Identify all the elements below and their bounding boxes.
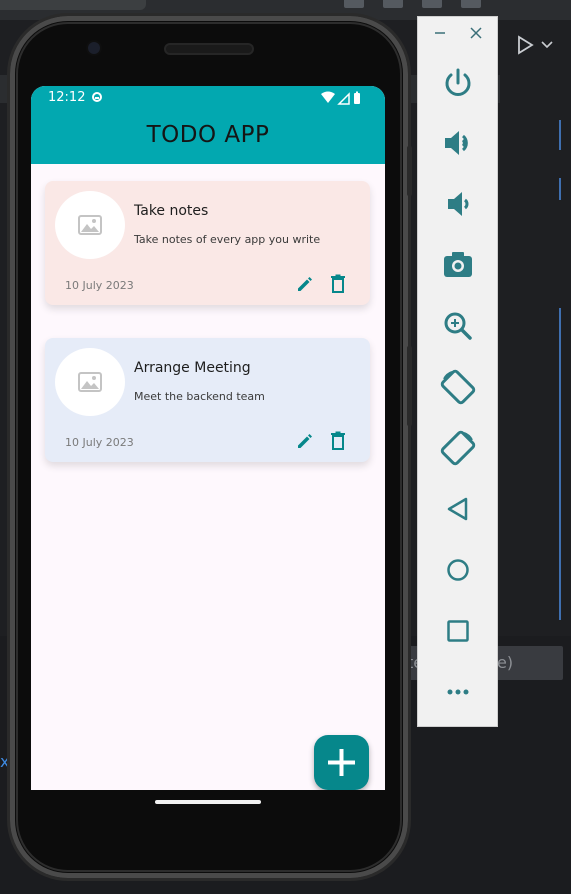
todo-card[interactable]: Arrange Meeting Meet the backend team 10…	[45, 338, 370, 462]
phone-frame: 12:12 TODO APP Take notes Take notes of …	[10, 16, 412, 878]
ide-marker: x	[0, 752, 10, 771]
app-bar: 12:12 TODO APP	[31, 86, 385, 164]
emulator-panel	[417, 16, 498, 727]
overview-icon[interactable]	[438, 611, 478, 651]
earpiece-speaker	[166, 45, 252, 53]
edit-icon[interactable]	[295, 274, 315, 294]
rotate-left-icon[interactable]	[438, 367, 478, 407]
camera-icon[interactable]	[438, 245, 478, 285]
signal-icon	[337, 92, 350, 105]
status-time: 12:12	[48, 90, 86, 105]
todo-card[interactable]: Take notes Take notes of every app you w…	[45, 181, 370, 305]
home-icon[interactable]	[438, 550, 478, 590]
battery-icon	[354, 93, 360, 104]
ide-guide-line	[559, 308, 561, 620]
edit-icon[interactable]	[295, 431, 315, 451]
todo-image	[55, 348, 125, 416]
todo-image	[55, 191, 125, 259]
todo-description: Take notes of every app you write	[134, 233, 321, 246]
system-nav-bar	[31, 790, 385, 874]
power-icon[interactable]	[438, 63, 478, 103]
todo-title: Arrange Meeting	[134, 360, 251, 376]
image-placeholder-icon	[78, 372, 102, 392]
delete-icon[interactable]	[330, 431, 346, 451]
ide-layout-icon[interactable]	[344, 0, 364, 8]
ide-guide-line	[559, 120, 561, 150]
ide-layout-icon[interactable]	[422, 0, 442, 8]
ide-guide-line	[559, 178, 561, 200]
back-icon[interactable]	[438, 489, 478, 529]
todo-date: 10 July 2023	[65, 279, 134, 292]
phone-side-button	[407, 346, 412, 426]
wifi-icon	[321, 91, 335, 103]
plus-icon	[328, 749, 355, 776]
gesture-handle[interactable]	[155, 800, 261, 804]
run-button[interactable]	[512, 33, 562, 61]
close-icon[interactable]	[468, 25, 484, 41]
play-icon	[518, 35, 553, 55]
minimize-icon[interactable]	[432, 25, 448, 41]
front-camera	[88, 42, 100, 54]
add-todo-button[interactable]	[314, 735, 369, 790]
more-icon[interactable]	[438, 672, 478, 712]
ide-layout-icon[interactable]	[461, 0, 481, 8]
status-bar: 12:12	[31, 86, 385, 112]
delete-icon[interactable]	[330, 274, 346, 294]
ide-input-tail: e)	[497, 653, 514, 672]
volume-up-icon[interactable]	[438, 123, 478, 163]
app-title: TODO APP	[146, 122, 270, 148]
todo-date: 10 July 2023	[65, 436, 134, 449]
phone-side-button	[407, 146, 412, 196]
app-screen: 12:12 TODO APP Take notes Take notes of …	[31, 86, 385, 790]
ide-tab[interactable]	[0, 0, 146, 10]
todo-title: Take notes	[134, 203, 209, 219]
todo-description: Meet the backend team	[134, 390, 265, 403]
zoom-icon[interactable]	[438, 306, 478, 346]
notification-icon	[92, 92, 102, 102]
status-icons	[321, 91, 360, 105]
volume-down-icon[interactable]	[438, 184, 478, 224]
rotate-right-icon[interactable]	[438, 428, 478, 468]
image-placeholder-icon	[78, 215, 102, 235]
ide-layout-icon[interactable]	[383, 0, 403, 8]
